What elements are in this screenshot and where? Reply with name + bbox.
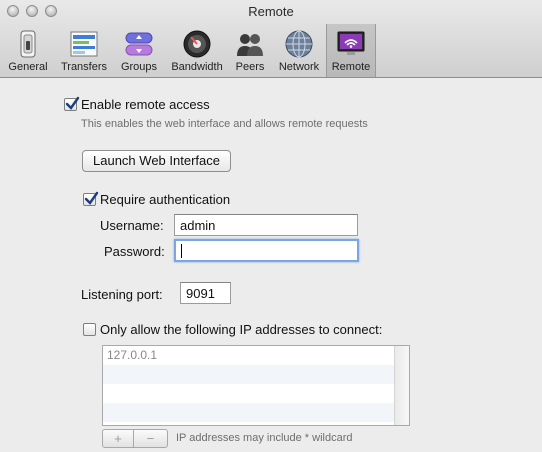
username-field[interactable] [174,214,358,236]
window-title: Remote [248,4,294,19]
transfers-list-icon [70,31,98,57]
enable-remote-hint: This enables the web interface and allow… [81,118,368,130]
toolbar-label: Groups [120,61,158,73]
listening-port-label: Listening port: [81,287,163,302]
require-auth-label: Require authentication [100,192,231,207]
list-item[interactable] [103,384,409,403]
enable-remote-label: Enable remote access [81,97,210,112]
window-titlebar: Remote General Transfers Groups Bandwidt… [0,0,542,78]
peers-icon [237,34,263,56]
globe-icon [285,30,313,58]
toolbar-label: General [8,61,48,73]
password-label: Password: [104,244,165,259]
toolbar-item-peers[interactable]: Peers [230,24,270,77]
launch-web-interface-button[interactable]: Launch Web Interface [82,150,231,172]
toolbar-item-remote[interactable]: Remote [326,24,376,77]
listening-port-field[interactable] [180,282,231,304]
password-field[interactable] [174,239,359,262]
toolbar-item-bandwidth[interactable]: Bandwidth [166,24,228,77]
list-scrollbar[interactable] [394,346,409,425]
checkmark-icon [84,191,99,205]
toolbar-label: Remote [331,61,371,73]
toolbar-item-general[interactable]: General [4,24,52,77]
ip-filter-label: Only allow the following IP addresses to… [100,322,383,337]
toolbar-item-transfers[interactable]: Transfers [56,24,112,77]
switch-icon [20,30,36,58]
toolbar-label: Network [278,61,320,73]
monitor-remote-icon [337,31,365,55]
checkmark-icon [65,96,80,110]
username-label: Username: [100,218,164,233]
groups-icon [125,32,153,56]
toolbar-item-groups[interactable]: Groups [116,24,162,77]
add-ip-button[interactable]: + [102,429,134,448]
toolbar-label: Transfers [60,61,108,73]
speedometer-icon [183,30,211,58]
ip-wildcard-hint: IP addresses may include * wildcard [176,432,353,444]
list-item[interactable] [103,365,409,384]
ip-address-list[interactable]: 127.0.0.1 [102,345,410,426]
enable-remote-checkbox[interactable] [64,96,80,111]
toolbar-label: Peers [235,61,265,73]
ip-filter-checkbox[interactable] [83,323,96,336]
remove-ip-button[interactable]: − [133,429,168,448]
require-auth-checkbox[interactable] [83,191,99,206]
text-caret [181,244,182,258]
toolbar-item-network[interactable]: Network [274,24,324,77]
toolbar-label: Bandwidth [171,61,223,73]
list-item[interactable] [103,403,409,422]
list-item[interactable]: 127.0.0.1 [103,346,409,365]
